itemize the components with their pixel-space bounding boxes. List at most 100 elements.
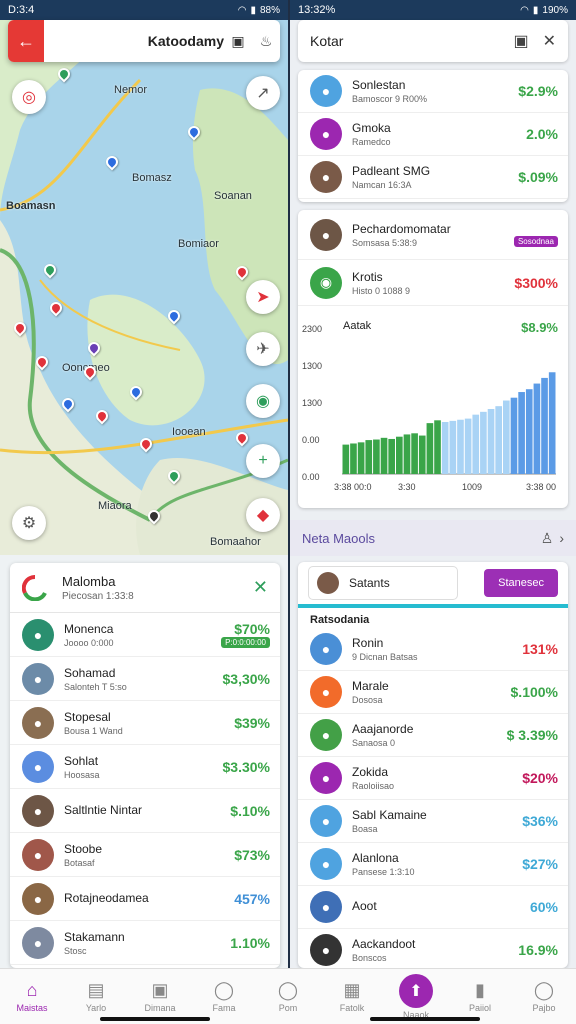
user-icon: ◯: [533, 980, 555, 1000]
bookmark-icon[interactable]: ▣: [513, 31, 528, 51]
list-item[interactable]: ● Sohamad Salonteh T 5:so $3,30%: [10, 657, 280, 701]
nav-item[interactable]: ⌂ Maistas: [0, 969, 64, 1024]
list-item[interactable]: ● Aaajanorde Sanaosa 0 $ 3.39%: [298, 714, 568, 757]
my-location-icon[interactable]: ◉: [246, 384, 280, 418]
nav-label: Paiiol: [468, 1003, 491, 1013]
chevron-right-icon[interactable]: ›: [559, 530, 564, 546]
item-subtitle: Sanaosa 0: [352, 738, 507, 748]
nav-item[interactable]: ◯ Pom: [256, 969, 320, 1024]
item-value: $300%: [514, 274, 558, 291]
results-list: ● Monenca Joooo 0:000 $70% P:0:0:00:00 ● Soham…: [10, 613, 280, 965]
list-item[interactable]: ● Stoobe Botasaf $73%: [10, 833, 280, 877]
chart-bar: [365, 440, 373, 474]
nav-item[interactable]: ▣ Dimana: [128, 969, 192, 1024]
avatar: ●: [310, 118, 342, 150]
item-value: 1.10%: [230, 934, 270, 951]
avatar: ●: [22, 882, 54, 915]
brand-logo-icon: [22, 574, 47, 601]
person-icon[interactable]: ♙: [541, 530, 554, 547]
location-icon[interactable]: ◎: [12, 80, 46, 114]
chart-bar: [503, 400, 510, 474]
item-subtitle: 9 Dicnan Batsas: [352, 652, 522, 662]
item-subtitle-text: Bamoscor 9 R00%: [352, 94, 428, 104]
chart-bar: [541, 377, 548, 474]
list-item[interactable]: ◉ Krotis Histo 0 1088 9 $300%: [298, 260, 568, 306]
x-tick-label: 3:38 00: [526, 482, 557, 492]
avatar: ●: [310, 848, 342, 880]
item-name: Pechardomomatar: [352, 221, 451, 236]
search-field[interactable]: Satants: [308, 566, 459, 600]
avatar: ●: [22, 706, 54, 739]
list-item[interactable]: ● Monenca Joooo 0:000 $70% P:0:0:00:00: [10, 613, 280, 657]
avatar: ●: [310, 218, 342, 251]
avatar: ●: [310, 805, 342, 837]
section-title: Neta Maools: [302, 530, 375, 546]
nav-item[interactable]: ▦ Fatolk: [320, 969, 384, 1024]
nav-item[interactable]: ◯ Fama: [192, 969, 256, 1024]
status-time: 13:32%: [298, 4, 336, 16]
close-icon[interactable]: ✕: [543, 31, 556, 51]
avatar: ●: [22, 618, 54, 651]
item-name: Sonlestan: [352, 78, 406, 92]
item-name: Saltlntie Nintar: [64, 802, 143, 817]
item-name: Aaajanorde: [352, 722, 414, 736]
list-item[interactable]: ● Gmoka Ramedco 2.0%: [298, 113, 568, 156]
route-icon[interactable]: ◆: [246, 498, 280, 532]
chart-bar: [487, 409, 495, 474]
map-view[interactable]: Nemor Bomasz Boamasn Soanan Bomiaor Oonc…: [0, 20, 288, 555]
list-item[interactable]: ● Aackandoot Bonscos 16.9%: [298, 929, 568, 968]
submit-button[interactable]: Stanesec: [484, 569, 558, 597]
close-icon[interactable]: ✕: [253, 577, 268, 598]
nav-item[interactable]: ◯ Pajbo: [512, 969, 576, 1024]
chart-bar: [510, 397, 518, 474]
item-value: 60%: [529, 899, 558, 915]
nav-item[interactable]: ▮ Paiiol: [448, 969, 512, 1024]
directions-icon[interactable]: ↗: [246, 76, 280, 110]
list-item[interactable]: ● Ronin 9 Dicnan Batsas 131%: [298, 628, 568, 671]
list-item[interactable]: ● Rotajneodamea 457%: [10, 877, 280, 921]
list-item[interactable]: ● Zokida Raoloiisao $20%: [298, 757, 568, 800]
mic-icon[interactable]: ♨: [252, 33, 280, 50]
status-time: D:3:4: [8, 4, 35, 16]
list-item[interactable]: ● Sonlestan Bamoscor 9 R00% $2.9%: [298, 70, 568, 113]
avatar: ●: [22, 926, 54, 959]
item-value: $73%: [234, 846, 270, 863]
list-item[interactable]: ● Stakamann Stosc 1.10%: [10, 921, 280, 965]
item-subtitle: Joooo 0:000: [64, 638, 221, 648]
search-input[interactable]: Satants: [349, 576, 390, 590]
list-item[interactable]: ● Sohlat Hoosasa $3.30%: [10, 745, 280, 789]
chart-bar: [350, 443, 357, 474]
list-item[interactable]: ● Alanlona Pansese 1:3:10 $27%: [298, 843, 568, 886]
item-subtitle: Histo 0 1088 9: [352, 285, 411, 296]
home-icon: ⌂: [26, 980, 38, 1000]
back-arrow-icon[interactable]: ←: [8, 20, 44, 62]
list-item[interactable]: ● Padleant SMG Namcan 16:3A $.09%: [298, 156, 568, 199]
item-subtitle: Somsasa 5:38:9: [352, 237, 418, 248]
item-value: $.100%: [510, 684, 558, 700]
compass-icon[interactable]: ➤: [246, 280, 280, 314]
zoom-in-icon[interactable]: +: [246, 444, 280, 478]
map-label: Bomiaor: [178, 238, 219, 250]
list-item[interactable]: ● Pechardomomatar Somsasa 5:38:9 Sosodna…: [298, 210, 568, 260]
list-item[interactable]: ● Saltlntie Nintar $.10%: [10, 789, 280, 833]
nav-item[interactable]: ⬆ Naaok: [384, 969, 448, 1024]
item-value: $.09%: [518, 169, 558, 185]
chart-bar: [411, 433, 418, 474]
list-item[interactable]: ● Sabl Kamaine Boasa $36%: [298, 800, 568, 843]
item-name: Aoot: [352, 899, 377, 913]
list-item[interactable]: ● Marale Dososa $.100%: [298, 671, 568, 714]
map-label: Soanan: [214, 190, 252, 202]
panel-subtitle: Piecosan 1:33:8: [62, 590, 134, 602]
item-name: Alanlona: [352, 851, 399, 865]
panel-header: Malomba Piecosan 1:33:8 ✕: [10, 563, 280, 613]
nav-item[interactable]: ▤ Yarlo: [64, 969, 128, 1024]
settings-icon[interactable]: ⚙: [12, 506, 46, 540]
list-item[interactable]: ● Aoot 60%: [298, 886, 568, 929]
list-item[interactable]: ● Stopesal Bousa 1 Wand $39%: [10, 701, 280, 745]
search-input[interactable]: Katoodamy: [44, 33, 224, 49]
item-value: 2.0%: [526, 126, 558, 142]
home-indicator: [100, 1017, 210, 1021]
bookmark-icon[interactable]: ▣: [224, 33, 252, 50]
navigation-icon[interactable]: ✈: [246, 332, 280, 366]
search-bar[interactable]: ← Katoodamy ▣ ♨: [8, 20, 280, 62]
